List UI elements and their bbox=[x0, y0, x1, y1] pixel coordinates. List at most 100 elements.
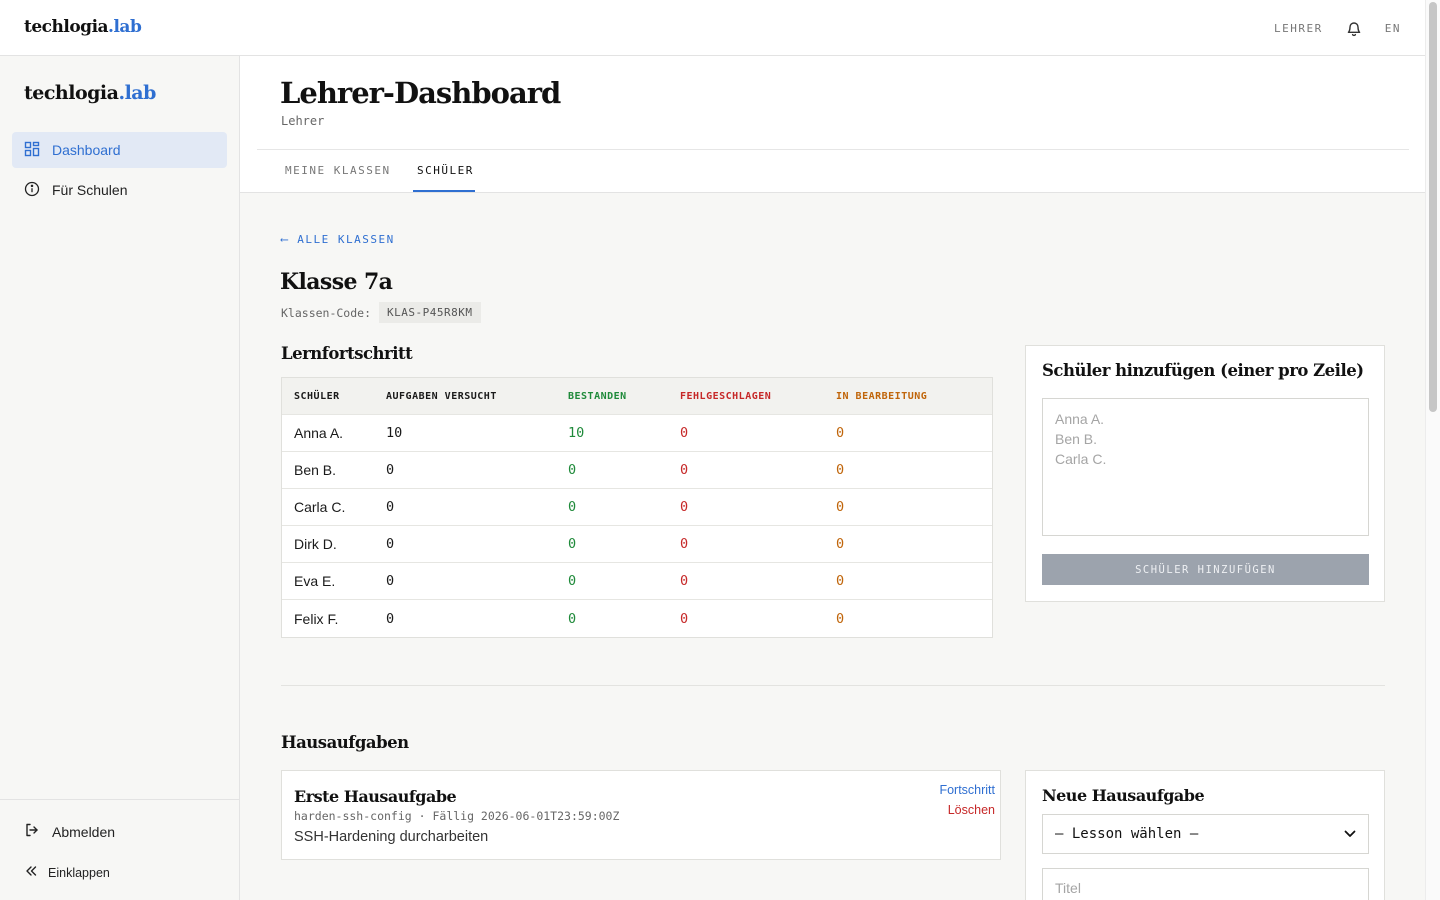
attempted-count: 0 bbox=[386, 499, 395, 515]
attempted-count: 0 bbox=[386, 462, 395, 478]
back-to-classes-link[interactable]: ⟵ ALLE KLASSEN bbox=[281, 233, 395, 246]
attempted-count: 10 bbox=[386, 425, 403, 441]
table-row: Anna A. 10 10 0 0 bbox=[282, 415, 992, 452]
in-progress-count: 0 bbox=[836, 573, 845, 589]
main-content: ⟵ ALLE KLASSEN Klasse 7a Klassen-Code: K… bbox=[240, 193, 1425, 900]
class-code-row: Klassen-Code: KLAS-P45R8KM bbox=[281, 302, 481, 323]
class-code-badge[interactable]: KLAS-P45R8KM bbox=[379, 302, 481, 323]
lesson-select[interactable]: — Lesson wählen — bbox=[1042, 814, 1369, 854]
failed-count: 0 bbox=[680, 536, 689, 552]
homework-item: Erste Hausaufgabe harden-ssh-config · Fä… bbox=[281, 770, 1001, 860]
language-switch[interactable]: EN bbox=[1385, 22, 1401, 35]
passed-count: 10 bbox=[568, 425, 585, 441]
student-name: Carla C. bbox=[294, 499, 346, 515]
in-progress-count: 0 bbox=[836, 462, 845, 478]
homework-meta: harden-ssh-config · Fällig 2026-06-01T23… bbox=[294, 809, 620, 823]
brand-suffix: .lab bbox=[108, 17, 142, 37]
in-progress-count: 0 bbox=[836, 499, 845, 515]
sidebar-nav: Dashboard Für Schulen bbox=[12, 132, 227, 212]
brand-name: techlogia bbox=[24, 17, 109, 37]
brand-logo[interactable]: techlogia.lab bbox=[24, 17, 142, 37]
collapse-sidebar-button[interactable]: Einklappen bbox=[24, 864, 110, 881]
logout-button[interactable]: Abmelden bbox=[24, 822, 115, 841]
failed-count: 0 bbox=[680, 573, 689, 589]
column-header-in-progress: IN BEARBEITUNG bbox=[836, 390, 928, 402]
chevron-down-icon bbox=[1344, 826, 1356, 842]
dashboard-grid-icon bbox=[24, 141, 40, 160]
sidebar-item-dashboard[interactable]: Dashboard bbox=[12, 132, 227, 168]
homework-delete-link[interactable]: Löschen bbox=[948, 803, 995, 817]
in-progress-count: 0 bbox=[836, 425, 845, 441]
table-row: Eva E. 0 0 0 0 bbox=[282, 563, 992, 600]
section-divider bbox=[281, 685, 1385, 686]
bell-icon[interactable] bbox=[1345, 19, 1363, 37]
attempted-count: 0 bbox=[386, 573, 395, 589]
sidebar: techlogia.lab Dashboard Für Schulen Abme… bbox=[0, 56, 240, 900]
table-row: Ben B. 0 0 0 0 bbox=[282, 452, 992, 489]
chevrons-left-icon bbox=[24, 864, 38, 881]
sidebar-brand-logo[interactable]: techlogia.lab bbox=[24, 82, 156, 104]
page-header: Lehrer-Dashboard Lehrer MEINE KLASSEN SC… bbox=[240, 56, 1425, 193]
add-students-title: Schüler hinzufügen (einer pro Zeile) bbox=[1042, 361, 1364, 380]
failed-count: 0 bbox=[680, 462, 689, 478]
failed-count: 0 bbox=[680, 610, 689, 627]
tab-meine-klassen[interactable]: MEINE KLASSEN bbox=[285, 164, 391, 177]
role-label[interactable]: LEHRER bbox=[1274, 22, 1323, 35]
table-row: Dirk D. 0 0 0 0 bbox=[282, 526, 992, 563]
page-scrollbar[interactable] bbox=[1425, 0, 1440, 900]
students-textarea[interactable]: Anna A. Ben B. Carla C. bbox=[1042, 398, 1369, 536]
page-subtitle: Lehrer bbox=[281, 114, 325, 128]
student-name: Eva E. bbox=[294, 573, 336, 589]
student-name: Ben B. bbox=[294, 462, 337, 478]
lesson-select-value: — Lesson wählen — bbox=[1055, 826, 1199, 842]
failed-count: 0 bbox=[680, 499, 689, 515]
homework-title-input[interactable]: Titel bbox=[1042, 868, 1369, 900]
progress-table: SCHÜLER AUFGABEN VERSUCHT BESTANDEN FEHL… bbox=[281, 377, 993, 638]
sidebar-footer: Abmelden Einklappen bbox=[0, 799, 239, 900]
homework-title: Erste Hausaufgabe bbox=[294, 787, 457, 806]
add-students-card: Schüler hinzufügen (einer pro Zeile) Ann… bbox=[1025, 345, 1385, 602]
sidebar-item-label: Dashboard bbox=[52, 142, 121, 158]
column-header-passed: BESTANDEN bbox=[568, 390, 627, 402]
new-homework-title: Neue Hausaufgabe bbox=[1042, 786, 1205, 805]
class-code-label: Klassen-Code: bbox=[281, 305, 372, 320]
tab-schueler[interactable]: SCHÜLER bbox=[417, 164, 474, 177]
column-header-student: SCHÜLER bbox=[294, 390, 340, 402]
student-name: Felix F. bbox=[294, 610, 339, 627]
new-homework-card: Neue Hausaufgabe — Lesson wählen — Titel bbox=[1025, 770, 1385, 900]
sidebar-brand-suffix: .lab bbox=[118, 82, 156, 104]
passed-count: 0 bbox=[568, 462, 577, 478]
attempted-count: 0 bbox=[386, 610, 395, 627]
failed-count: 0 bbox=[680, 425, 689, 441]
sidebar-item-fuer-schulen[interactable]: Für Schulen bbox=[12, 172, 227, 208]
passed-count: 0 bbox=[568, 536, 577, 552]
in-progress-count: 0 bbox=[836, 536, 845, 552]
progress-section-title: Lernfortschritt bbox=[281, 344, 413, 363]
in-progress-count: 0 bbox=[836, 610, 845, 627]
active-tab-indicator bbox=[413, 190, 475, 192]
scrollbar-thumb[interactable] bbox=[1429, 2, 1437, 412]
homework-description: SSH-Hardening durcharbeiten bbox=[294, 829, 489, 845]
tabs-divider bbox=[257, 149, 1409, 150]
passed-count: 0 bbox=[568, 573, 577, 589]
student-name: Anna A. bbox=[294, 425, 344, 441]
sidebar-item-label: Für Schulen bbox=[52, 182, 128, 198]
info-circle-icon bbox=[24, 181, 40, 200]
attempted-count: 0 bbox=[386, 536, 395, 552]
table-row: Carla C. 0 0 0 0 bbox=[282, 489, 992, 526]
add-students-button[interactable]: SCHÜLER HINZUFÜGEN bbox=[1042, 554, 1369, 585]
class-title: Klasse 7a bbox=[280, 269, 393, 295]
passed-count: 0 bbox=[568, 499, 577, 515]
student-name: Dirk D. bbox=[294, 536, 337, 552]
column-header-failed: FEHLGESCHLAGEN bbox=[680, 390, 772, 402]
table-header-row: SCHÜLER AUFGABEN VERSUCHT BESTANDEN FEHL… bbox=[282, 378, 992, 415]
sidebar-brand-name: techlogia bbox=[24, 82, 119, 104]
table-row: Felix F. 0 0 0 0 bbox=[282, 600, 992, 637]
homework-section-title: Hausaufgaben bbox=[281, 733, 409, 752]
homework-progress-link[interactable]: Fortschritt bbox=[939, 783, 995, 797]
page-title: Lehrer-Dashboard bbox=[280, 76, 561, 110]
logout-icon bbox=[24, 822, 40, 841]
logout-label: Abmelden bbox=[52, 823, 116, 840]
column-header-attempted: AUFGABEN VERSUCHT bbox=[386, 390, 497, 402]
collapse-label: Einklappen bbox=[48, 865, 110, 880]
